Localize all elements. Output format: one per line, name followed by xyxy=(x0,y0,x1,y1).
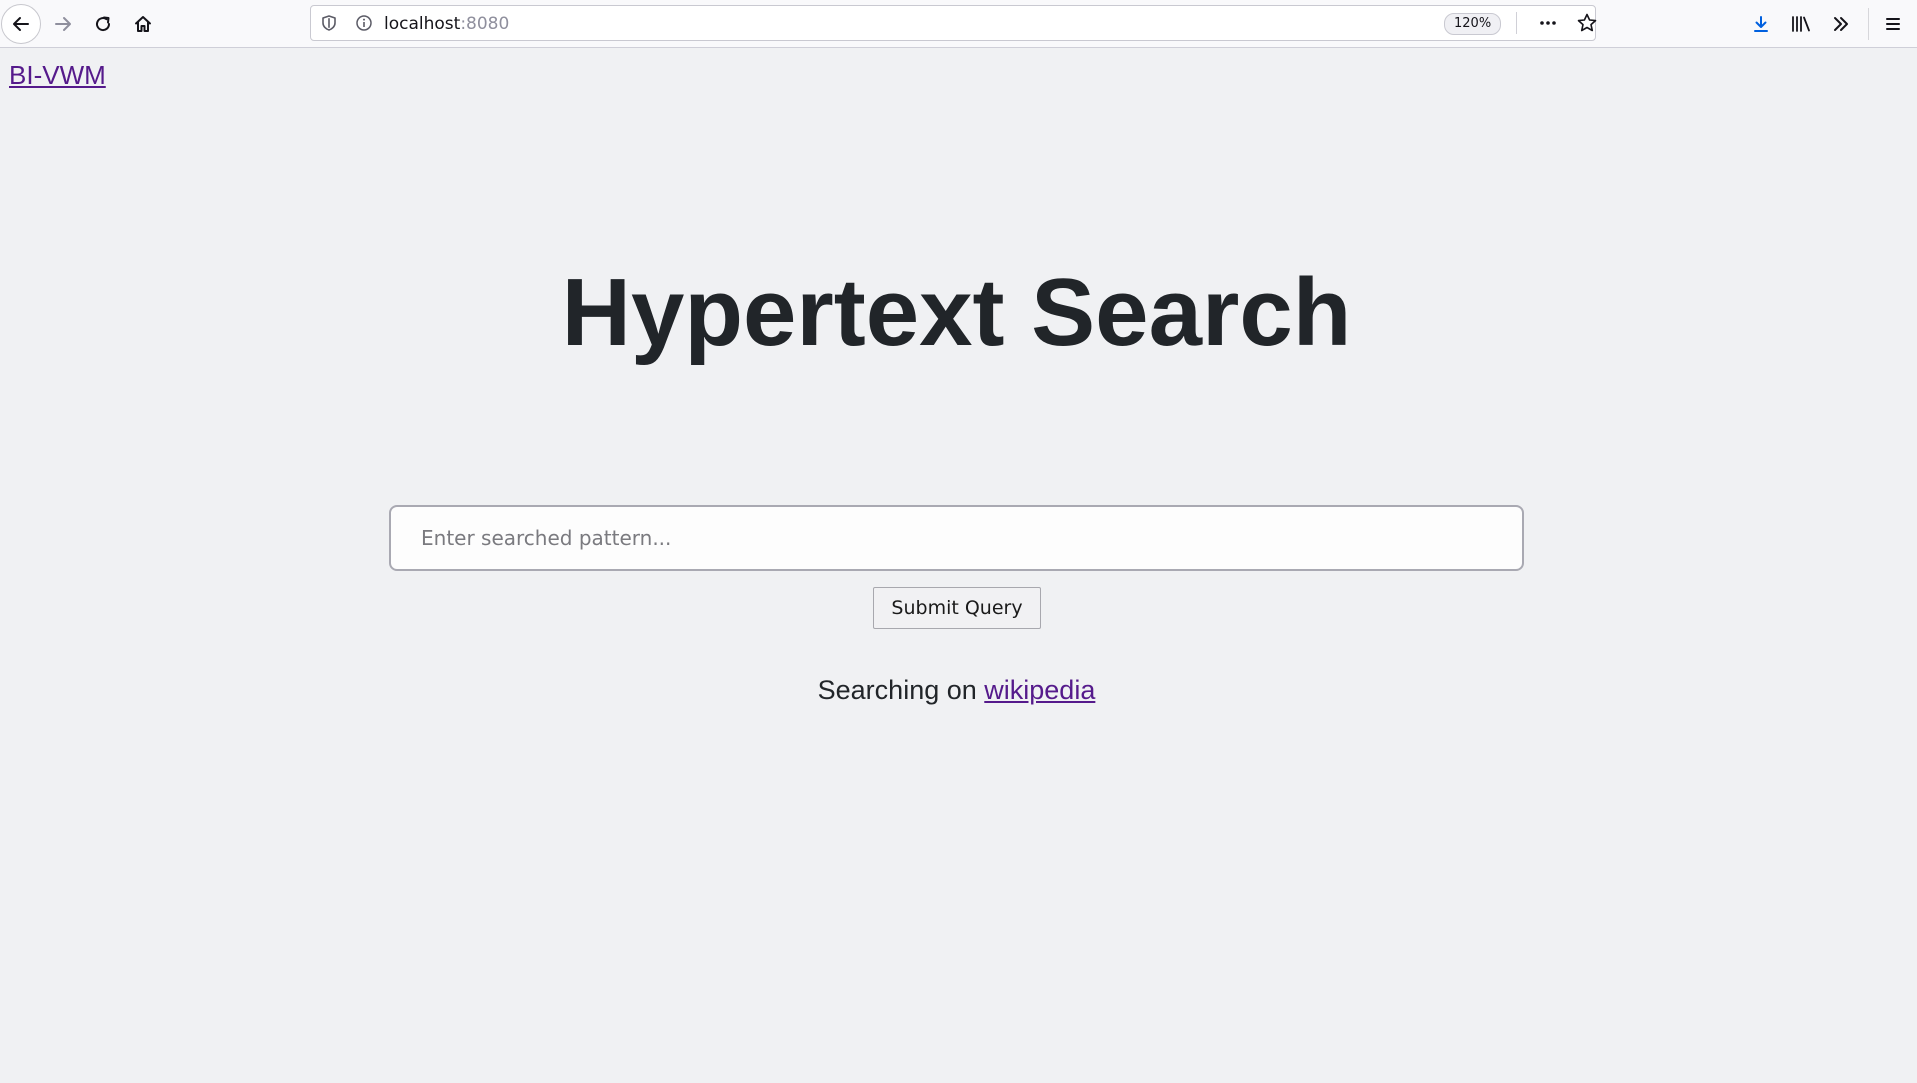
reload-button[interactable] xyxy=(83,4,123,44)
download-icon xyxy=(1751,14,1771,34)
downloads-button[interactable] xyxy=(1741,4,1781,44)
zoom-level-badge[interactable]: 120% xyxy=(1444,13,1502,35)
back-arrow-icon xyxy=(11,14,31,34)
tracking-shield-icon[interactable] xyxy=(320,14,338,37)
reload-icon xyxy=(93,14,113,34)
overflow-chevron-icon xyxy=(1831,14,1851,34)
app-menu-button[interactable] xyxy=(1873,4,1913,44)
more-actions-icon[interactable] xyxy=(1537,12,1559,39)
forward-arrow-icon xyxy=(53,14,73,34)
url-separator xyxy=(1516,12,1517,34)
search-source-line: Searching on wikipedia xyxy=(0,675,1913,706)
home-button[interactable] xyxy=(123,4,163,44)
toolbar-separator xyxy=(1868,8,1869,40)
home-icon xyxy=(133,14,153,34)
submit-query-button[interactable]: Submit Query xyxy=(873,587,1041,629)
info-icon[interactable] xyxy=(355,14,373,37)
library-button[interactable] xyxy=(1781,4,1821,44)
search-source-prefix: Searching on xyxy=(817,675,977,705)
search-source-link[interactable]: wikipedia xyxy=(984,675,1095,705)
url-host: localhost xyxy=(384,14,461,34)
browser-toolbar: localhost:8080 120% xyxy=(0,0,1917,48)
hamburger-menu-icon xyxy=(1883,14,1903,34)
search-input[interactable] xyxy=(389,505,1524,571)
site-home-link[interactable]: BI-VWM xyxy=(9,60,106,91)
url-text[interactable]: localhost:8080 xyxy=(384,14,509,34)
library-icon xyxy=(1790,14,1812,34)
address-bar[interactable]: localhost:8080 120% xyxy=(310,5,1598,41)
back-button[interactable] xyxy=(1,4,41,44)
star-icon[interactable] xyxy=(1576,12,1598,39)
forward-button[interactable] xyxy=(43,4,83,44)
overflow-button[interactable] xyxy=(1821,4,1861,44)
url-port: :8080 xyxy=(460,14,510,34)
page-title: Hypertext Search xyxy=(561,259,1352,366)
page-content: BI-VWM Hypertext Search Submit Query Sea… xyxy=(0,48,1917,1083)
